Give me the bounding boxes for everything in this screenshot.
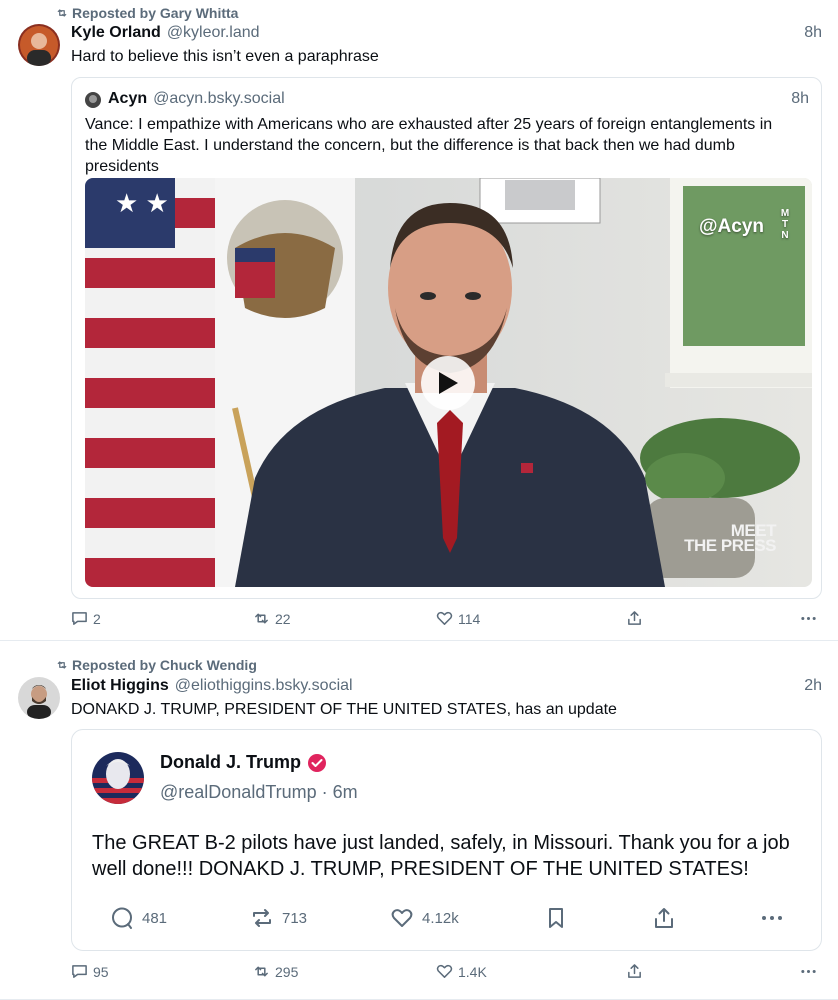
embedded-retruth-count: 713 (282, 909, 308, 927)
quoted-author-handle[interactable]: @acyn.bsky.social (153, 90, 285, 108)
play-icon (439, 372, 458, 394)
embedded-screenshot[interactable]: Donald J. Trump @realDonaldTrump · 6m Th… (71, 729, 822, 951)
author-name[interactable]: Eliot Higgins (71, 677, 169, 695)
feed-post[interactable]: Reposted by Gary Whitta Kyle Orland @kyl… (0, 0, 838, 641)
feed-post[interactable]: Reposted by Chuck Wendig Eliot Higgins @… (0, 642, 838, 1000)
embedded-actions: 481 713 4.12k (92, 904, 804, 934)
like-count: 114 (458, 610, 481, 627)
more-icon (801, 969, 816, 974)
author-handle[interactable]: @kyleor.land (167, 24, 260, 42)
post-text: Hard to believe this isn’t even a paraph… (71, 48, 379, 65)
repost-icon (255, 613, 268, 624)
play-button[interactable] (421, 356, 475, 410)
repost-icon (57, 9, 67, 17)
embedded-more (760, 906, 784, 930)
video-badge: M T N (780, 208, 790, 241)
embedded-author-handle: @realDonaldTrump · 6m (160, 782, 358, 802)
author-name[interactable]: Kyle Orland (71, 24, 161, 42)
reply-count: 95 (93, 963, 109, 980)
avatar (85, 92, 101, 108)
reply-icon (72, 612, 87, 625)
author-handle[interactable]: @eliothiggins.bsky.social (175, 677, 353, 695)
embedded-bookmark (544, 906, 568, 930)
embedded-share (652, 906, 676, 930)
repost-indicator[interactable]: Reposted by Gary Whitta (56, 5, 238, 21)
embedded-reply: 481 (110, 906, 167, 930)
comment-icon (112, 907, 132, 929)
quoted-author-line[interactable]: Acyn @acyn.bsky.social (108, 90, 285, 108)
share-button[interactable] (626, 963, 643, 980)
post-time[interactable]: 2h (804, 677, 822, 695)
repost-count: 22 (275, 610, 291, 627)
embedded-retruth: 713 (250, 906, 307, 930)
like-button[interactable]: 1.4K (436, 963, 487, 980)
repost-label: Reposted by Chuck Wendig (72, 657, 257, 673)
embedded-like: 4.12k (390, 906, 459, 930)
repost-label: Reposted by Gary Whitta (72, 5, 239, 21)
share-icon (655, 908, 673, 928)
quoted-text: Vance: I empathize with Americans who ar… (85, 116, 773, 175)
author-line[interactable]: Eliot Higgins @eliothiggins.bsky.social (71, 677, 353, 695)
repost-count: 295 (275, 963, 299, 980)
heart-icon (436, 964, 453, 978)
svg-text:★ ★: ★ ★ (115, 188, 169, 218)
post-text: DONAKD J. TRUMP, PRESIDENT OF THE UNITED… (71, 701, 617, 718)
embedded-reply-count: 481 (142, 909, 168, 927)
repost-icon (57, 661, 67, 669)
share-icon (628, 964, 641, 978)
embedded-text: The GREAT B-2 pilots have just landed, s… (92, 832, 790, 880)
more-options-button[interactable] (800, 963, 817, 980)
repost-indicator[interactable]: Reposted by Chuck Wendig (56, 657, 257, 673)
avatar (92, 752, 144, 804)
network-logo-line2: THE PRESS (684, 536, 776, 555)
video-player[interactable]: ★ ★ @Acyn M T N MEET THE PRESS (85, 178, 812, 587)
reply-button[interactable]: 95 (71, 963, 109, 980)
bookmark-icon (549, 908, 563, 928)
network-logo: MEET THE PRESS (684, 522, 776, 555)
embedded-like-count: 4.12k (422, 909, 459, 927)
reply-count: 2 (93, 610, 101, 627)
share-icon (628, 611, 641, 625)
embedded-author-name: Donald J. Trump (160, 752, 302, 772)
quoted-time: 8h (791, 90, 809, 107)
repost-icon (255, 966, 268, 977)
like-button[interactable]: 114 (436, 610, 480, 627)
retruth-icon (253, 909, 271, 927)
verified-badge-icon (308, 753, 327, 772)
reply-icon (72, 965, 87, 978)
reply-button[interactable]: 2 (71, 610, 101, 627)
video-watermark: @Acyn (699, 216, 764, 237)
more-icon (801, 616, 816, 621)
author-line[interactable]: Kyle Orland @kyleor.land (71, 24, 260, 42)
heart-icon (436, 611, 453, 625)
post-time[interactable]: 8h (804, 24, 822, 42)
like-count: 1.4K (458, 963, 487, 980)
more-icon (762, 916, 782, 920)
embedded-author-line: Donald J. Trump (160, 752, 327, 773)
repost-button[interactable]: 295 (253, 963, 298, 980)
post-actions: 2 22 114 (71, 610, 822, 630)
heart-icon (391, 909, 413, 927)
quoted-post[interactable]: Acyn @acyn.bsky.social 8h Vance: I empat… (71, 77, 822, 599)
post-actions: 95 295 1.4K (71, 963, 822, 983)
more-options-button[interactable] (800, 610, 817, 627)
avatar[interactable] (18, 24, 60, 66)
quoted-author-name[interactable]: Acyn (108, 90, 147, 108)
avatar[interactable] (18, 677, 60, 719)
share-button[interactable] (626, 610, 643, 627)
repost-button[interactable]: 22 (253, 610, 291, 627)
